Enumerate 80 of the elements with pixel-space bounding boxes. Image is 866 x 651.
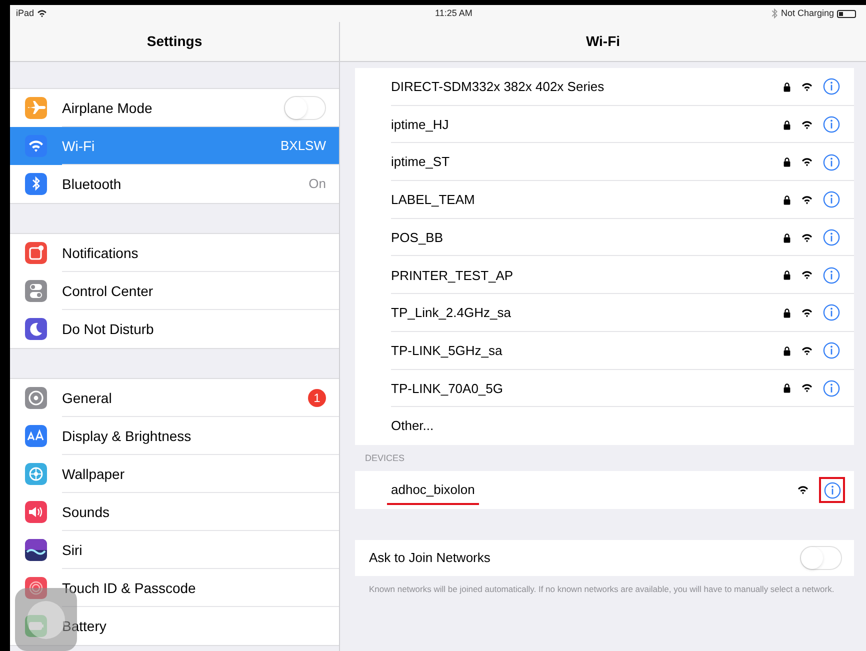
- network-row[interactable]: TP_Link_2.4GHz_sa: [355, 294, 854, 332]
- footnote: Known networks will be joined automatically. If no known networks are available, you will have to manually select a network.: [368, 583, 836, 596]
- wifi-signal-icon: [801, 232, 813, 243]
- info-icon[interactable]: [823, 380, 840, 397]
- wifi-signal-icon: [801, 194, 813, 205]
- bluetooth-icon: [770, 8, 778, 19]
- battery-icon: [837, 10, 856, 18]
- clock: 11:25 AM: [435, 7, 472, 20]
- nav-title: Wi-Fi: [586, 32, 620, 51]
- network-row[interactable]: iptime_ST: [355, 143, 854, 182]
- device-name: iPad: [16, 6, 34, 20]
- control-icon: [25, 280, 47, 302]
- row-value: BXLSW: [280, 137, 326, 156]
- bluetooth-icon: [25, 173, 47, 195]
- wifi-icon: [37, 9, 48, 18]
- row-label: Notifications: [62, 244, 138, 262]
- network-name: TP-LINK_70A0_5G: [391, 380, 504, 398]
- row-label: Touch ID & Passcode: [62, 578, 196, 598]
- row-label: Ask to Join Networks: [369, 549, 490, 568]
- toggle-switch[interactable]: [800, 546, 842, 570]
- network-name: adhoc_bixolon: [391, 480, 475, 500]
- section-header: DEVICES: [364, 452, 406, 465]
- text-icon: [25, 425, 47, 447]
- row-label: Do Not Disturb: [62, 320, 154, 338]
- notifications-icon: [25, 242, 47, 264]
- info-icon[interactable]: [823, 116, 840, 134]
- network-row[interactable]: POS_BB: [355, 218, 854, 256]
- row-label: Battery: [62, 616, 106, 636]
- wifi-icon: [25, 135, 47, 157]
- wifi-signal-icon: [801, 82, 813, 92]
- row-label: Bluetooth: [62, 174, 122, 194]
- notification-badge: 1: [308, 389, 326, 407]
- nav-title: Settings: [146, 32, 202, 51]
- wifi-signal-icon: [801, 157, 813, 168]
- row-label: General: [62, 388, 112, 408]
- row-label: Display & Brightness: [62, 426, 192, 446]
- row-label: Siri: [62, 540, 82, 560]
- row-label: Wallpaper: [62, 464, 125, 484]
- info-icon[interactable]: [823, 78, 840, 96]
- wifi-signal-icon: [801, 346, 813, 356]
- info-icon[interactable]: [823, 229, 840, 246]
- info-icon[interactable]: [823, 191, 840, 208]
- info-icon[interactable]: [823, 154, 840, 171]
- network-row[interactable]: PRINTER_TEST_AP: [355, 256, 854, 294]
- network-row[interactable]: TP-LINK_70A0_5G: [355, 370, 854, 408]
- moon-icon: [25, 318, 47, 340]
- row-value: On: [308, 175, 326, 194]
- airplane-icon: [25, 97, 47, 119]
- network-name: DIRECT-SDM332x 382x 402x Series: [391, 78, 604, 96]
- wifi-signal-icon: [801, 383, 813, 394]
- network-row[interactable]: iptime_HJ: [355, 106, 854, 144]
- info-icon[interactable]: [824, 482, 840, 499]
- network-name: LABEL_TEAM: [391, 191, 475, 210]
- other-network[interactable]: Other...: [391, 416, 434, 436]
- network-row[interactable]: DIRECT-SDM332x 382x 402x Series: [355, 68, 854, 106]
- network-name: POS_BB: [391, 228, 444, 247]
- wifi-signal-icon: [801, 308, 813, 318]
- row-label: Wi-Fi: [62, 136, 95, 156]
- info-icon[interactable]: [823, 304, 840, 322]
- wifi-signal-icon: [801, 270, 813, 280]
- wifi-signal-icon: [801, 120, 813, 130]
- row-label: Sounds: [62, 502, 110, 522]
- network-row[interactable]: TP-LINK_5GHz_sa: [355, 332, 854, 370]
- wifi-signal-icon: [797, 485, 809, 496]
- network-name: iptime_HJ: [391, 116, 449, 134]
- toggle-switch[interactable]: [284, 96, 326, 120]
- info-icon[interactable]: [823, 266, 840, 284]
- info-icon[interactable]: [823, 342, 840, 360]
- network-name: TP_Link_2.4GHz_sa: [391, 304, 511, 322]
- charging-status: Not Charging: [780, 6, 834, 20]
- speaker-icon: [25, 501, 47, 523]
- battery-icon: [25, 615, 47, 637]
- network-row[interactable]: LABEL_TEAM: [355, 181, 854, 219]
- gear-icon: [25, 387, 47, 409]
- network-name: iptime_ST: [391, 153, 450, 172]
- network-row[interactable]: adhoc_bixolon: [355, 471, 854, 510]
- network-name: PRINTER_TEST_AP: [391, 266, 514, 285]
- row-label: Control Center: [62, 282, 154, 300]
- row-label: Airplane Mode: [62, 98, 152, 118]
- network-name: TP-LINK_5GHz_sa: [391, 342, 502, 360]
